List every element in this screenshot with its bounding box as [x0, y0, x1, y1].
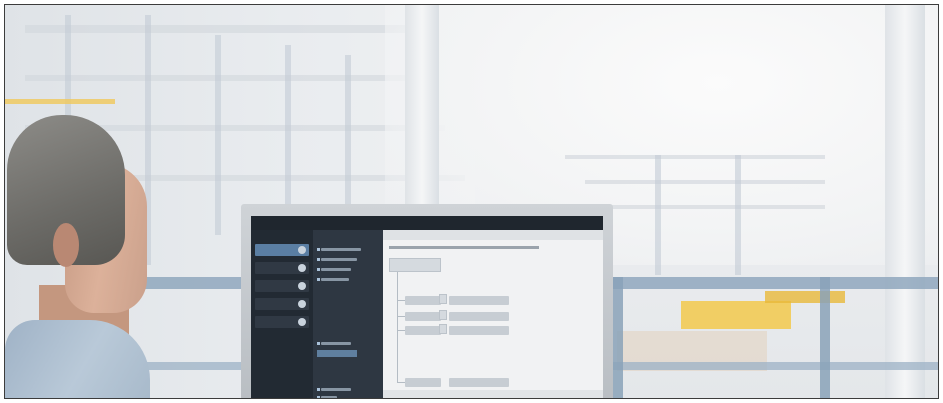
monitor-screen	[251, 216, 603, 398]
screen-content	[383, 230, 603, 398]
screen-nav-panel	[251, 230, 313, 398]
pillar	[885, 5, 925, 398]
photo-frame	[4, 4, 939, 399]
screen-nav-item	[255, 280, 309, 292]
screen-titlebar	[251, 216, 603, 230]
person	[5, 115, 155, 398]
screen-nav-item	[255, 262, 309, 274]
ear	[53, 223, 79, 267]
screen-nav-item	[255, 298, 309, 310]
computer-monitor	[241, 204, 613, 398]
screen-nav-item	[255, 244, 309, 256]
yellow-machine	[681, 301, 791, 329]
screen-nav-item	[255, 316, 309, 328]
screen-sub-panel	[313, 230, 383, 398]
